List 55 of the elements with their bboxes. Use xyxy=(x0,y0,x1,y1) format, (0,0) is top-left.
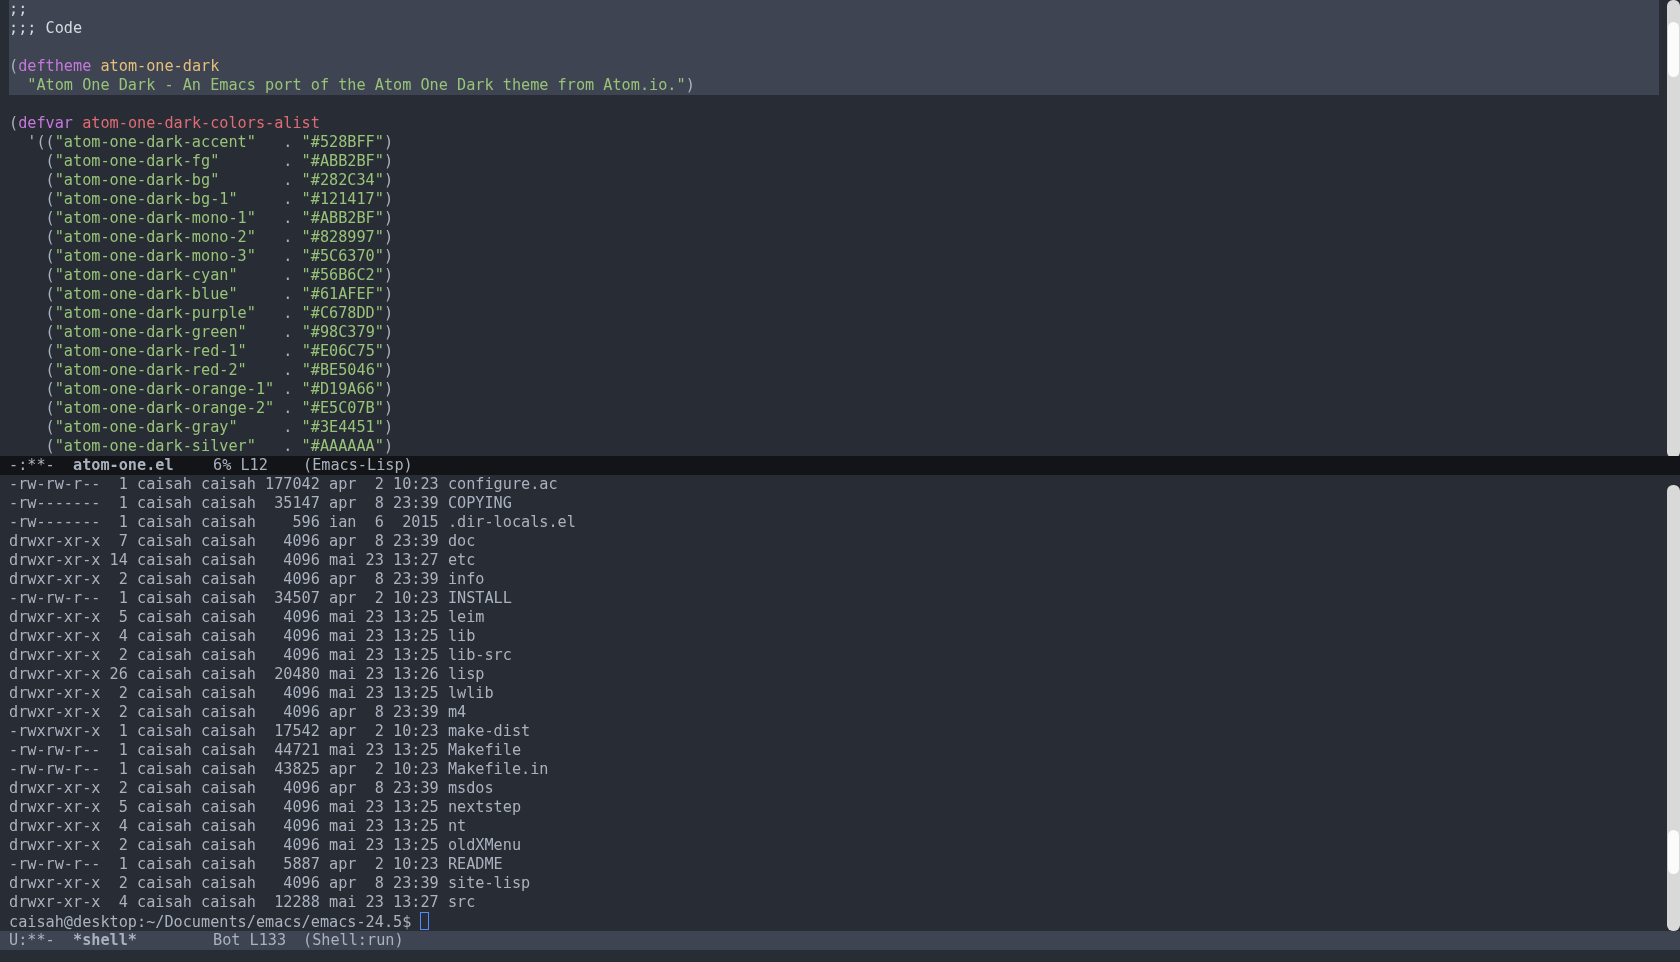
shell-output-line: drwxr-xr-x 4 caisah caisah 4096 mai 23 13:25 lib xyxy=(9,627,477,646)
shell-output-line: drwxr-xr-x 4 caisah caisah 4096 mai 23 13:25 nt xyxy=(9,817,468,836)
shell-output-line: drwxr-xr-x 2 caisah caisah 4096 apr 8 23:39 m4 xyxy=(9,703,468,722)
code-line: ("atom-one-dark-mono-2" . "#828997") xyxy=(44,228,395,247)
code-line: ("atom-one-dark-mono-1" . "#ABB2BF") xyxy=(44,209,395,228)
code-line: (defvar atom-one-dark-colors-alist xyxy=(9,114,321,133)
shell-output-line: drwxr-xr-x 2 caisah caisah 4096 apr 8 23:39 msdos xyxy=(9,779,495,798)
modified-status: U:**- xyxy=(9,931,56,950)
text-cursor xyxy=(420,912,430,930)
cursor-position: Bot L133 xyxy=(213,931,288,950)
shell-output-line: -rw-rw-r-- 1 caisah caisah 34507 apr 2 10:23 INSTALL xyxy=(9,589,513,608)
code-line: ("atom-one-dark-purple" . "#C678DD") xyxy=(44,304,395,323)
code-line: ("atom-one-dark-bg" . "#282C34") xyxy=(44,171,395,190)
shell-output-line: drwxr-xr-x 26 caisah caisah 20480 mai 23 13:26 lisp xyxy=(9,665,486,684)
modified-status: -:**- xyxy=(9,456,56,475)
code-line: '(("atom-one-dark-accent" . "#528BFF") xyxy=(26,133,395,152)
shell-output-line: -rw-rw-r-- 1 caisah caisah 44721 mai 23 13:25 Makefile xyxy=(9,741,523,760)
shell-output-line: drwxr-xr-x 5 caisah caisah 4096 mai 23 13:25 nextstep xyxy=(9,798,523,817)
shell-output-line: drwxr-xr-x 2 caisah caisah 4096 mai 23 13:25 oldXMenu xyxy=(9,836,523,855)
buffer-name: atom-one.el xyxy=(73,456,175,475)
code-line: ("atom-one-dark-mono-3" . "#5C6370") xyxy=(44,247,395,266)
shell-output-line: drwxr-xr-x 7 caisah caisah 4096 apr 8 23:39 doc xyxy=(9,532,477,551)
shell-output-line: drwxr-xr-x 14 caisah caisah 4096 mai 23 13:27 etc xyxy=(9,551,477,570)
cursor-position: 6% L12 xyxy=(213,456,269,475)
shell-output-line: -rwxrwxr-x 1 caisah caisah 17542 apr 2 10:23 make-dist xyxy=(9,722,532,741)
shell-output-line: drwxr-xr-x 2 caisah caisah 4096 mai 23 13:25 lib-src xyxy=(9,646,513,665)
shell-output-line: drwxr-xr-x 2 caisah caisah 4096 mai 23 13:25 lwlib xyxy=(9,684,495,703)
shell-output-line: drwxr-xr-x 5 caisah caisah 4096 mai 23 13:25 leim xyxy=(9,608,486,627)
code-line: ("atom-one-dark-blue" . "#61AFEF") xyxy=(44,285,395,304)
code-line: ("atom-one-dark-green" . "#98C379") xyxy=(44,323,395,342)
code-line: ("atom-one-dark-gray" . "#3E4451") xyxy=(44,418,395,437)
shell-output-line: -rw-rw-r-- 1 caisah caisah 43825 apr 2 10:23 Makefile.in xyxy=(9,760,550,779)
code-line: ("atom-one-dark-cyan" . "#56B6C2") xyxy=(44,266,395,285)
shell-output-line: -rw-rw-r-- 1 caisah caisah 177042 apr 2 10:23 configure.ac xyxy=(9,475,559,494)
shell-output-line: -rw------- 1 caisah caisah 35147 apr 8 23:39 COPYING xyxy=(9,494,513,513)
shell-prompt: caisah@desktop:~/Documents/emacs/emacs-24.5$ xyxy=(9,913,412,931)
code-line: ("atom-one-dark-red-1" . "#E06C75") xyxy=(44,342,395,361)
major-mode: (Shell:run) xyxy=(303,931,405,950)
scrollbar[interactable] xyxy=(1667,485,1680,931)
code-line: ("atom-one-dark-fg" . "#ABB2BF") xyxy=(44,152,395,171)
shell-output-line: -rw------- 1 caisah caisah 596 ian 6 2015 .dir-locals.el xyxy=(9,513,577,532)
code-line: ("atom-one-dark-red-2" . "#BE5046") xyxy=(44,361,395,380)
buffer-name: *shell* xyxy=(73,931,138,950)
code-line: ("atom-one-dark-bg-1" . "#121417") xyxy=(44,190,395,209)
shell-output-line: drwxr-xr-x 2 caisah caisah 4096 apr 8 23:39 site-lisp xyxy=(9,874,532,893)
code-line: ("atom-one-dark-silver" . "#AAAAAA") xyxy=(44,437,395,456)
shell-output-line: -rw-rw-r-- 1 caisah caisah 5887 apr 2 10:23 README xyxy=(9,855,504,874)
scrollbar-thumb[interactable] xyxy=(1668,22,1679,77)
major-mode: (Emacs-Lisp) xyxy=(303,456,414,475)
scrollbar-thumb[interactable] xyxy=(1668,830,1679,874)
shell-output-line: drwxr-xr-x 4 caisah caisah 12288 mai 23 13:27 src xyxy=(9,893,477,912)
code-line: ("atom-one-dark-orange-2" . "#E5C07B") xyxy=(44,399,395,418)
scrollbar[interactable] xyxy=(1667,0,1680,456)
code-line: ("atom-one-dark-orange-1" . "#D19A66") xyxy=(44,380,395,399)
shell-output-line: drwxr-xr-x 2 caisah caisah 4096 apr 8 23:39 info xyxy=(9,570,486,589)
